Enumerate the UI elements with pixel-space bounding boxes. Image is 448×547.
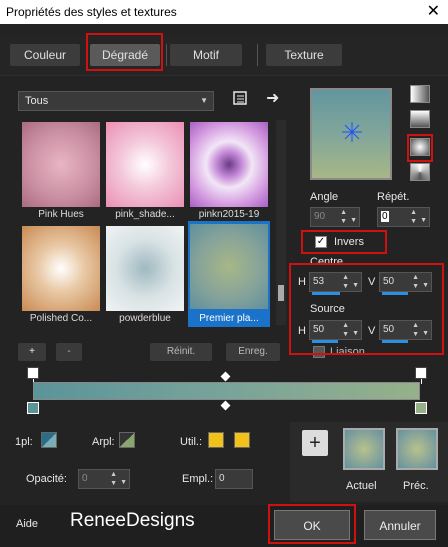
bottom-right-stop-icon[interactable] bbox=[415, 402, 427, 414]
highlight-invert bbox=[301, 230, 387, 254]
library-scrollbar[interactable] bbox=[276, 120, 286, 325]
category-value: Tous bbox=[25, 95, 49, 107]
library-view-icon[interactable] bbox=[232, 90, 248, 110]
midpoint-handle-icon[interactable] bbox=[220, 371, 231, 382]
scroll-thumb[interactable] bbox=[278, 285, 284, 301]
background-swatch[interactable] bbox=[119, 432, 135, 448]
category-select[interactable]: Tous ▼ bbox=[18, 91, 214, 111]
cancel-button[interactable]: Annuler bbox=[364, 510, 436, 540]
gradient-thumb-polished[interactable]: Polished Co... bbox=[22, 226, 100, 324]
gradient-thumb-pinkn2015[interactable]: pinkn2015-19 bbox=[190, 122, 268, 220]
opacity-input[interactable]: 0 ▲ ▼ ▼ bbox=[78, 469, 130, 489]
bottom-left-stop-icon[interactable] bbox=[27, 402, 39, 414]
thumb-label: powderblue bbox=[119, 313, 171, 324]
util-label: Util.: bbox=[180, 436, 202, 448]
add-gradient-button[interactable]: + bbox=[18, 343, 46, 361]
chevron-down-icon[interactable]: ▼ bbox=[420, 212, 427, 230]
thumb-label: pinkn2015-19 bbox=[198, 209, 260, 220]
gradient-thumb-pink-hues[interactable]: Pink Hues bbox=[22, 122, 100, 220]
angle-input[interactable]: 90 ▲ ▼ ▼ bbox=[310, 207, 360, 227]
arpl-label: Arpl: bbox=[92, 436, 115, 448]
thumb-label: Premier pla... bbox=[199, 313, 259, 324]
sunburst-style-button[interactable] bbox=[410, 163, 430, 181]
location-input[interactable]: 0 bbox=[215, 469, 253, 489]
gradient-thumb-pink-shade[interactable]: pink_shade... bbox=[106, 122, 184, 220]
tab-texture[interactable]: Texture bbox=[266, 44, 342, 66]
previous-sample[interactable] bbox=[396, 428, 438, 470]
watermark: ReneeDesigns bbox=[70, 510, 195, 531]
thumb-label: Polished Co... bbox=[29, 313, 93, 324]
arrow-right-icon[interactable]: ➜ bbox=[266, 88, 279, 108]
rectangular-style-button[interactable] bbox=[410, 110, 430, 128]
opacity-label: Opacité: bbox=[26, 473, 67, 485]
foreground-swatch[interactable] bbox=[41, 432, 57, 448]
highlight-radial-style bbox=[407, 134, 433, 162]
styles-textures-dialog: Propriétés des styles et textures ✕ Coul… bbox=[0, 0, 448, 547]
window-title: Propriétés des styles et textures bbox=[6, 5, 177, 19]
spin-up-down-icon[interactable]: ▲ ▼ bbox=[340, 208, 347, 226]
location-value: 0 bbox=[219, 473, 225, 484]
tab-divider bbox=[166, 44, 167, 66]
top-left-stop-icon[interactable] bbox=[27, 367, 39, 379]
thumb-label: pink_shade... bbox=[115, 209, 175, 220]
help-link[interactable]: Aide bbox=[16, 518, 38, 530]
highlight-center-source bbox=[289, 263, 444, 355]
location-label: Empl.: bbox=[182, 473, 214, 485]
close-icon[interactable]: ✕ bbox=[427, 0, 440, 24]
midpoint-handle-icon[interactable] bbox=[220, 400, 231, 411]
opacity-value: 0 bbox=[82, 473, 88, 484]
spin-up-down-icon[interactable]: ▲ ▼ bbox=[110, 470, 117, 488]
current-label: Actuel bbox=[346, 480, 377, 492]
gradient-preview[interactable] bbox=[310, 88, 392, 180]
gradient-thumb-premier-plan[interactable]: Premier pla... bbox=[190, 224, 268, 324]
tab-motif[interactable]: Motif bbox=[170, 44, 242, 66]
linear-style-button[interactable] bbox=[410, 85, 430, 103]
repeat-value: 0 bbox=[381, 211, 389, 222]
user-color-swatch-2[interactable] bbox=[234, 432, 250, 448]
repeat-label: Répét. bbox=[377, 191, 410, 203]
title-bar: Propriétés des styles et textures ✕ bbox=[0, 0, 448, 24]
gradient-bar[interactable] bbox=[33, 382, 420, 400]
reset-button[interactable]: Réinit. bbox=[150, 343, 212, 361]
repeat-input[interactable]: 0 ▲ ▼ ▼ bbox=[377, 207, 430, 227]
angle-value: 90 bbox=[314, 211, 326, 222]
previous-label: Préc. bbox=[403, 480, 429, 492]
center-crosshair-icon bbox=[342, 122, 362, 142]
current-sample bbox=[343, 428, 385, 470]
highlight-tab-degrade bbox=[86, 33, 163, 71]
highlight-ok bbox=[268, 504, 356, 544]
tab-bar: Couleur Dégradé Motif Texture bbox=[0, 33, 448, 76]
chevron-down-icon[interactable]: ▼ bbox=[120, 474, 127, 492]
opacity-1pl-label: 1pl: bbox=[15, 436, 33, 448]
save-button[interactable]: Enreg. bbox=[226, 343, 280, 361]
tab-divider bbox=[257, 44, 258, 66]
spin-up-down-icon[interactable]: ▲ ▼ bbox=[410, 208, 417, 226]
user-color-swatch-1[interactable] bbox=[208, 432, 224, 448]
thumb-label: Pink Hues bbox=[38, 209, 84, 220]
stop-line bbox=[421, 379, 422, 384]
top-right-stop-icon[interactable] bbox=[415, 367, 427, 379]
chevron-down-icon[interactable]: ▼ bbox=[350, 212, 357, 230]
add-sample-button[interactable]: + bbox=[302, 430, 328, 456]
tab-couleur[interactable]: Couleur bbox=[10, 44, 80, 66]
gradient-thumb-powderblue[interactable]: powderblue bbox=[106, 226, 184, 324]
angle-label: Angle bbox=[310, 191, 339, 203]
chevron-down-icon: ▼ bbox=[200, 96, 208, 105]
remove-gradient-button[interactable]: - bbox=[56, 343, 82, 361]
